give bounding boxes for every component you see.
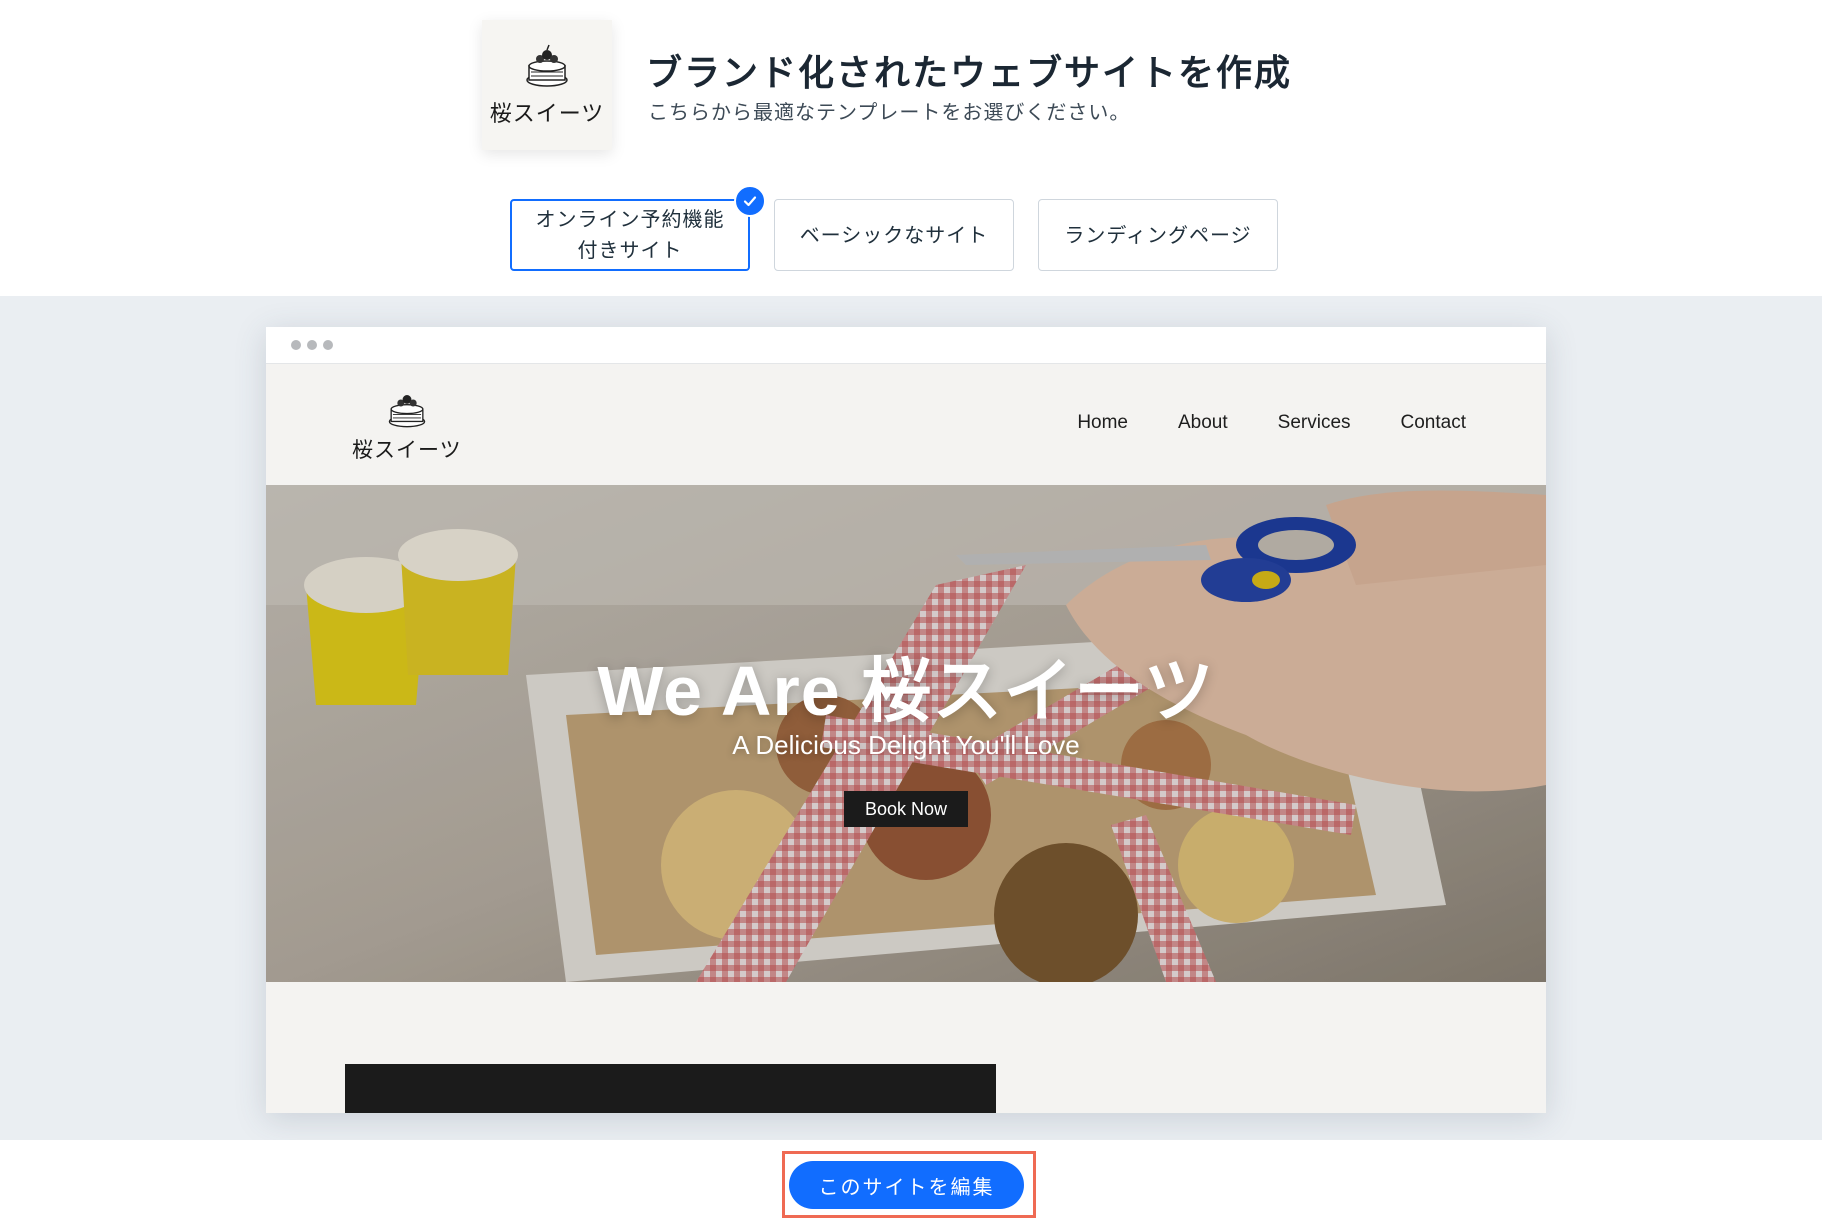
content-block bbox=[345, 1064, 996, 1113]
brand-name: 桜スイーツ bbox=[489, 102, 605, 127]
nav-home[interactable]: Home bbox=[1077, 412, 1128, 434]
cake-logo-icon bbox=[388, 395, 426, 428]
edit-site-button[interactable]: このサイトを編集 bbox=[789, 1161, 1024, 1209]
hero-subtitle: A Delicious Delight You'll Love bbox=[732, 730, 1080, 760]
tab-landing-page-label: ランディングページ bbox=[1064, 222, 1252, 247]
tab-basic-site[interactable]: ベーシックなサイト bbox=[774, 199, 1014, 271]
site-logo-name: 桜スイーツ bbox=[352, 438, 462, 462]
hero-section: We Are 桜スイーツ A Delicious Delight You'll … bbox=[266, 485, 1546, 982]
page-subtitle: こちらから最適なテンプレートをお選びください。 bbox=[648, 100, 1131, 124]
book-now-button[interactable]: Book Now bbox=[844, 791, 968, 827]
cake-logo-icon bbox=[526, 44, 568, 87]
checkmark-icon bbox=[734, 185, 766, 217]
browser-mockup: 桜スイーツ Home About Services Contact We Are… bbox=[266, 327, 1546, 1113]
nav-services[interactable]: Services bbox=[1278, 412, 1351, 434]
nav-contact[interactable]: Contact bbox=[1401, 412, 1466, 434]
hero-title: We Are 桜スイーツ bbox=[597, 652, 1215, 730]
site-header: 桜スイーツ Home About Services Contact bbox=[266, 364, 1546, 485]
site-nav: Home About Services Contact bbox=[1077, 412, 1466, 434]
template-preview-area: 桜スイーツ Home About Services Contact We Are… bbox=[0, 296, 1822, 1140]
site-logo[interactable]: 桜スイーツ bbox=[352, 388, 462, 464]
brand-logo-card: 桜スイーツ bbox=[482, 20, 612, 150]
tab-online-booking-line2: 付きサイト bbox=[577, 238, 683, 262]
window-dot bbox=[307, 340, 317, 350]
browser-toolbar bbox=[266, 327, 1546, 364]
header-section: 桜スイーツ ブランド化されたウェブサイトを作成 こちらから最適なテンプレートをお… bbox=[0, 0, 1822, 296]
nav-about[interactable]: About bbox=[1178, 412, 1228, 434]
tab-basic-site-label: ベーシックなサイト bbox=[799, 222, 989, 247]
window-dot bbox=[323, 340, 333, 350]
site-lower-section bbox=[266, 982, 1546, 1113]
tab-landing-page[interactable]: ランディングページ bbox=[1038, 199, 1278, 271]
page-title: ブランド化されたウェブサイトを作成 bbox=[646, 53, 1293, 94]
footer-bar: このサイトを編集 bbox=[0, 1140, 1822, 1226]
window-dots-icon bbox=[291, 340, 301, 350]
tab-online-booking[interactable]: オンライン予約機能 付きサイト bbox=[510, 185, 766, 271]
template-tabs: オンライン予約機能 付きサイト ベーシックなサイト ランディングページ bbox=[510, 185, 1278, 271]
tab-online-booking-line1: オンライン予約機能 bbox=[535, 207, 725, 231]
